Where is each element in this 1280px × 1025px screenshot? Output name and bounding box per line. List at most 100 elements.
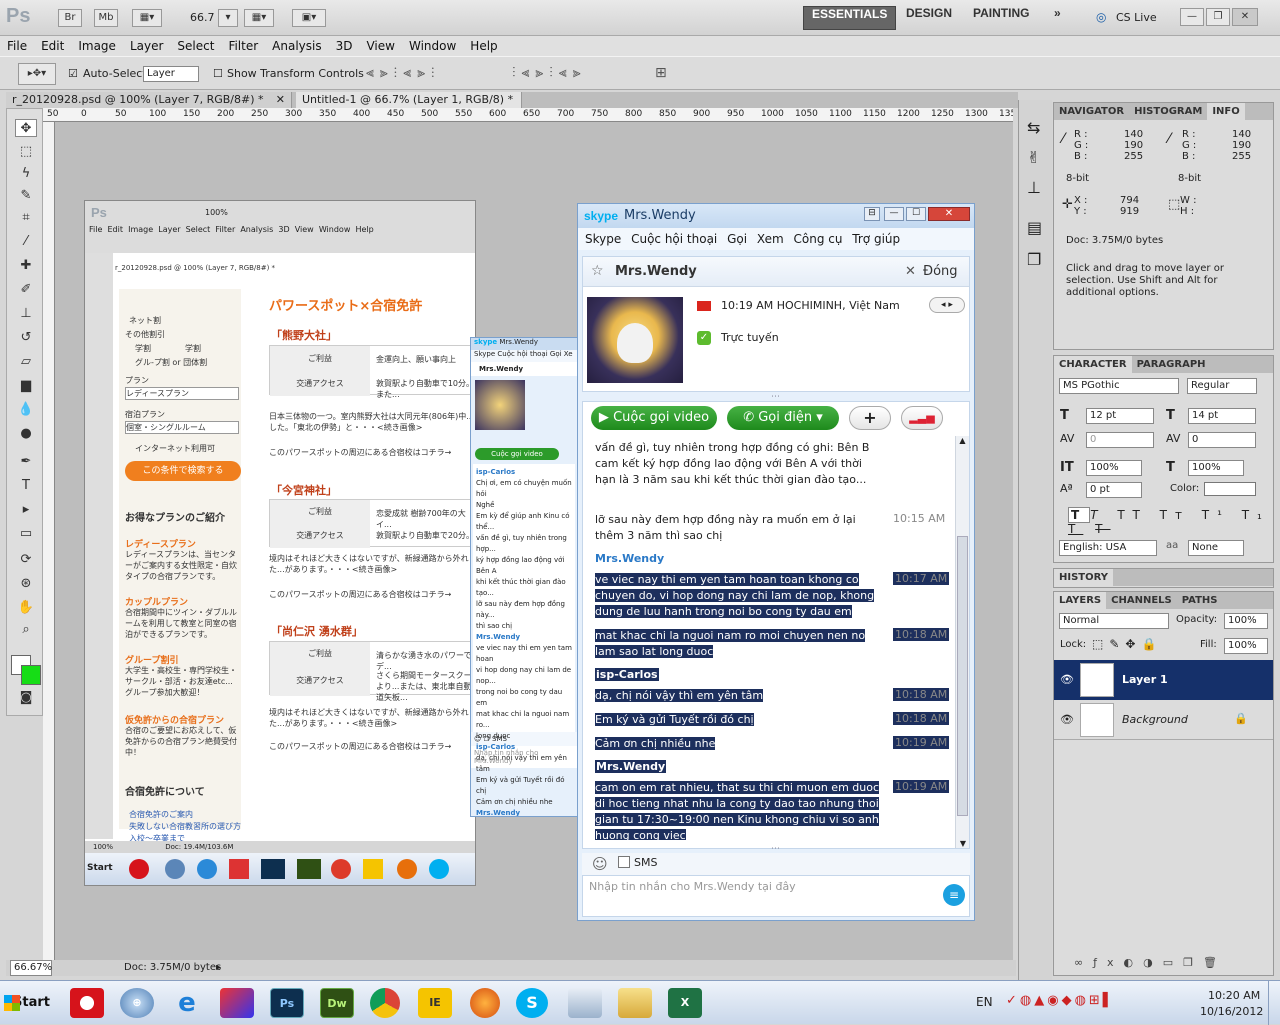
crop-tool-icon[interactable]: ⌗ <box>15 209 37 227</box>
voice-call-button[interactable]: ✆ Gọi điện ▾ <box>727 406 839 430</box>
taskbar-photoshop-icon[interactable]: Ps <box>270 988 304 1018</box>
emoticon-icon[interactable]: ☺ <box>592 855 608 873</box>
lasso-tool-icon[interactable]: ϟ <box>15 165 37 183</box>
skype-minimize-button[interactable]: — <box>884 207 904 221</box>
clock-time[interactable]: 10:20 AM <box>1208 989 1260 1002</box>
video-call-button[interactable]: ▶ Cuộc gọi video <box>591 406 717 430</box>
tab-history[interactable]: HISTORY <box>1054 569 1114 586</box>
doc-tab-1[interactable]: r_20120928.psd @ 100% (Layer 7, RGB/8#) … <box>6 92 292 108</box>
scroll-thumb[interactable] <box>957 536 968 816</box>
menu-file[interactable]: File <box>0 36 34 56</box>
tab-histogram[interactable]: HISTOGRAM <box>1129 103 1207 120</box>
layer-action-icons[interactable]: ∞ƒx◐◑▭❐🗑 <box>1074 956 1227 969</box>
tray-icons[interactable]: ✓◍▲◉◆◍⊞▌ <box>1006 993 1116 1008</box>
menu-view[interactable]: View <box>359 36 401 56</box>
layer1-name[interactable]: Layer 1 <box>1122 673 1168 686</box>
background-layer-name[interactable]: Background <box>1122 713 1188 726</box>
clock-date[interactable]: 10/16/2012 <box>1200 1005 1263 1018</box>
taskbar-ie-icon[interactable]: e <box>170 988 204 1018</box>
eyedropper-tool-icon[interactable]: ⁄ <box>15 233 37 251</box>
jp-room-select[interactable]: 個室・シングルルーム <box>125 421 239 434</box>
minimize-button[interactable]: — <box>1180 8 1204 26</box>
tab-paragraph[interactable]: PARAGRAPH <box>1132 356 1211 373</box>
status-zoom[interactable]: 66.67% <box>10 960 52 976</box>
auto-select-dropdown[interactable]: Layer <box>143 66 199 82</box>
close-button[interactable]: ✕ <box>1232 8 1258 26</box>
tracking-field[interactable]: 0 <box>1188 432 1256 448</box>
leading-field[interactable]: 14 pt <box>1188 408 1256 424</box>
menu-filter[interactable]: Filter <box>221 36 265 56</box>
kerning-field[interactable]: 0 <box>1086 432 1154 448</box>
clone-source-icon[interactable]: ❐ <box>1027 250 1041 269</box>
type-tool-icon[interactable]: T <box>15 477 37 495</box>
tab-paths[interactable]: PATHS <box>1177 592 1223 609</box>
bridge-button[interactable]: Br <box>58 9 82 27</box>
tab-info[interactable]: INFO <box>1207 103 1245 120</box>
skype-compact-icon[interactable]: ⊟ <box>864 207 880 221</box>
profile-nav-arrows-icon[interactable]: ◂ ▸ <box>929 297 965 313</box>
taskbar-skype-icon[interactable]: S <box>516 988 548 1018</box>
menu-3d[interactable]: 3D <box>329 36 360 56</box>
skype-menu-skype[interactable]: Skype <box>582 228 624 250</box>
zoom-tool-icon[interactable]: ⌕ <box>15 621 37 639</box>
scroll-up-icon[interactable]: ▲ <box>956 436 969 445</box>
menu-help[interactable]: Help <box>463 36 504 56</box>
dodge-tool-icon[interactable]: ● <box>15 425 37 443</box>
taskbar-paint-icon[interactable] <box>220 988 254 1018</box>
start-button[interactable]: Start <box>2 987 54 1019</box>
path-select-tool-icon[interactable]: ▸ <box>15 501 37 519</box>
taskbar-ie-tab-icon[interactable]: IE <box>418 988 452 1018</box>
history-brush-icon[interactable]: ↺ <box>15 329 37 347</box>
font-style-dropdown[interactable]: Regular <box>1187 378 1257 394</box>
lock-icons[interactable]: ⬚✎✥🔒 <box>1092 637 1162 651</box>
show-transform-checkbox[interactable]: ☐ <box>213 67 223 80</box>
skype-close-button[interactable]: ✕ <box>928 207 970 221</box>
show-desktop-button[interactable] <box>1268 981 1280 1025</box>
quick-mask-icon[interactable]: ◙ <box>15 689 37 707</box>
font-size-field[interactable]: 12 pt <box>1086 408 1154 424</box>
chat-scrollbar[interactable]: ▲ ▼ <box>955 436 969 848</box>
layer-visibility-icon[interactable]: 👁 <box>1060 673 1074 686</box>
vertical-scale-field[interactable]: 100% <box>1086 460 1142 476</box>
arrange-documents-icon[interactable]: ▦▾ <box>244 9 274 27</box>
workspace-painting[interactable]: PAINTING <box>965 6 1037 30</box>
brush-tool-icon[interactable]: ✐ <box>15 281 37 299</box>
skype-menu-help[interactable]: Trợ giúp <box>849 228 903 250</box>
tab-character[interactable]: CHARACTER <box>1054 356 1132 373</box>
language-dropdown[interactable]: English: USA <box>1059 540 1157 556</box>
text-style-buttons[interactable]: TT TT Tт T¹ T₁ T T <box>1068 507 1273 536</box>
skype-menu-conversation[interactable]: Cuộc hội thoại <box>628 228 720 250</box>
layer-row-background[interactable]: 👁 Background 🔒 <box>1054 700 1273 740</box>
taskbar-excel-icon[interactable]: X <box>668 988 702 1018</box>
shape-tool-icon[interactable]: ▭ <box>15 525 37 543</box>
pen-tool-icon[interactable]: ✒ <box>15 453 37 471</box>
more-workspaces-icon[interactable]: » <box>1046 6 1069 30</box>
3d-orbit-tool-icon[interactable]: ⊛ <box>15 575 37 593</box>
close-conversation-icon[interactable]: ✕ <box>905 264 916 279</box>
skype-menu-view[interactable]: Xem <box>754 228 787 250</box>
layer-row-layer1[interactable]: 👁 Layer 1 <box>1054 660 1273 700</box>
jp-about-link-2[interactable]: 失敗しない合宿教習所の選び方 <box>129 821 241 832</box>
arrange-panels-icon[interactable]: ⇆ <box>1027 118 1040 137</box>
jp-plan-select[interactable]: レディースプラン <box>125 387 239 400</box>
gradient-tool-icon[interactable]: ▆ <box>15 377 37 395</box>
skype-menu-call[interactable]: Gọi <box>724 228 750 250</box>
taskbar-safari-icon[interactable]: ⊕ <box>120 988 154 1018</box>
hand-tool-icon[interactable]: ✋ <box>15 599 37 617</box>
taskbar-dreamweaver-icon[interactable]: Dw <box>320 988 354 1018</box>
taskbar-opera-icon[interactable] <box>70 988 104 1018</box>
background-visibility-icon[interactable]: 👁 <box>1060 713 1074 726</box>
restore-button[interactable]: ❐ <box>1206 8 1230 26</box>
extras-menu-icon[interactable]: ▦▾ <box>132 9 162 27</box>
opacity-field[interactable]: 100% <box>1224 613 1268 629</box>
move-tool-preset-icon[interactable]: ▸✥▾ <box>18 63 56 85</box>
blur-tool-icon[interactable]: 💧 <box>15 401 37 419</box>
taskbar-chrome-icon[interactable] <box>370 988 400 1018</box>
jp-section2-more[interactable]: このパワースポットの周辺にある合宿校はコチラ→ <box>269 589 451 600</box>
tab-layers[interactable]: LAYERS <box>1054 592 1107 609</box>
call-dropdown-icon[interactable]: ▾ <box>816 410 823 425</box>
language-indicator[interactable]: EN <box>976 995 993 1009</box>
tab-channels[interactable]: CHANNELS <box>1106 592 1177 609</box>
menu-image[interactable]: Image <box>71 36 123 56</box>
3d-rotate-tool-icon[interactable]: ⟳ <box>15 551 37 569</box>
